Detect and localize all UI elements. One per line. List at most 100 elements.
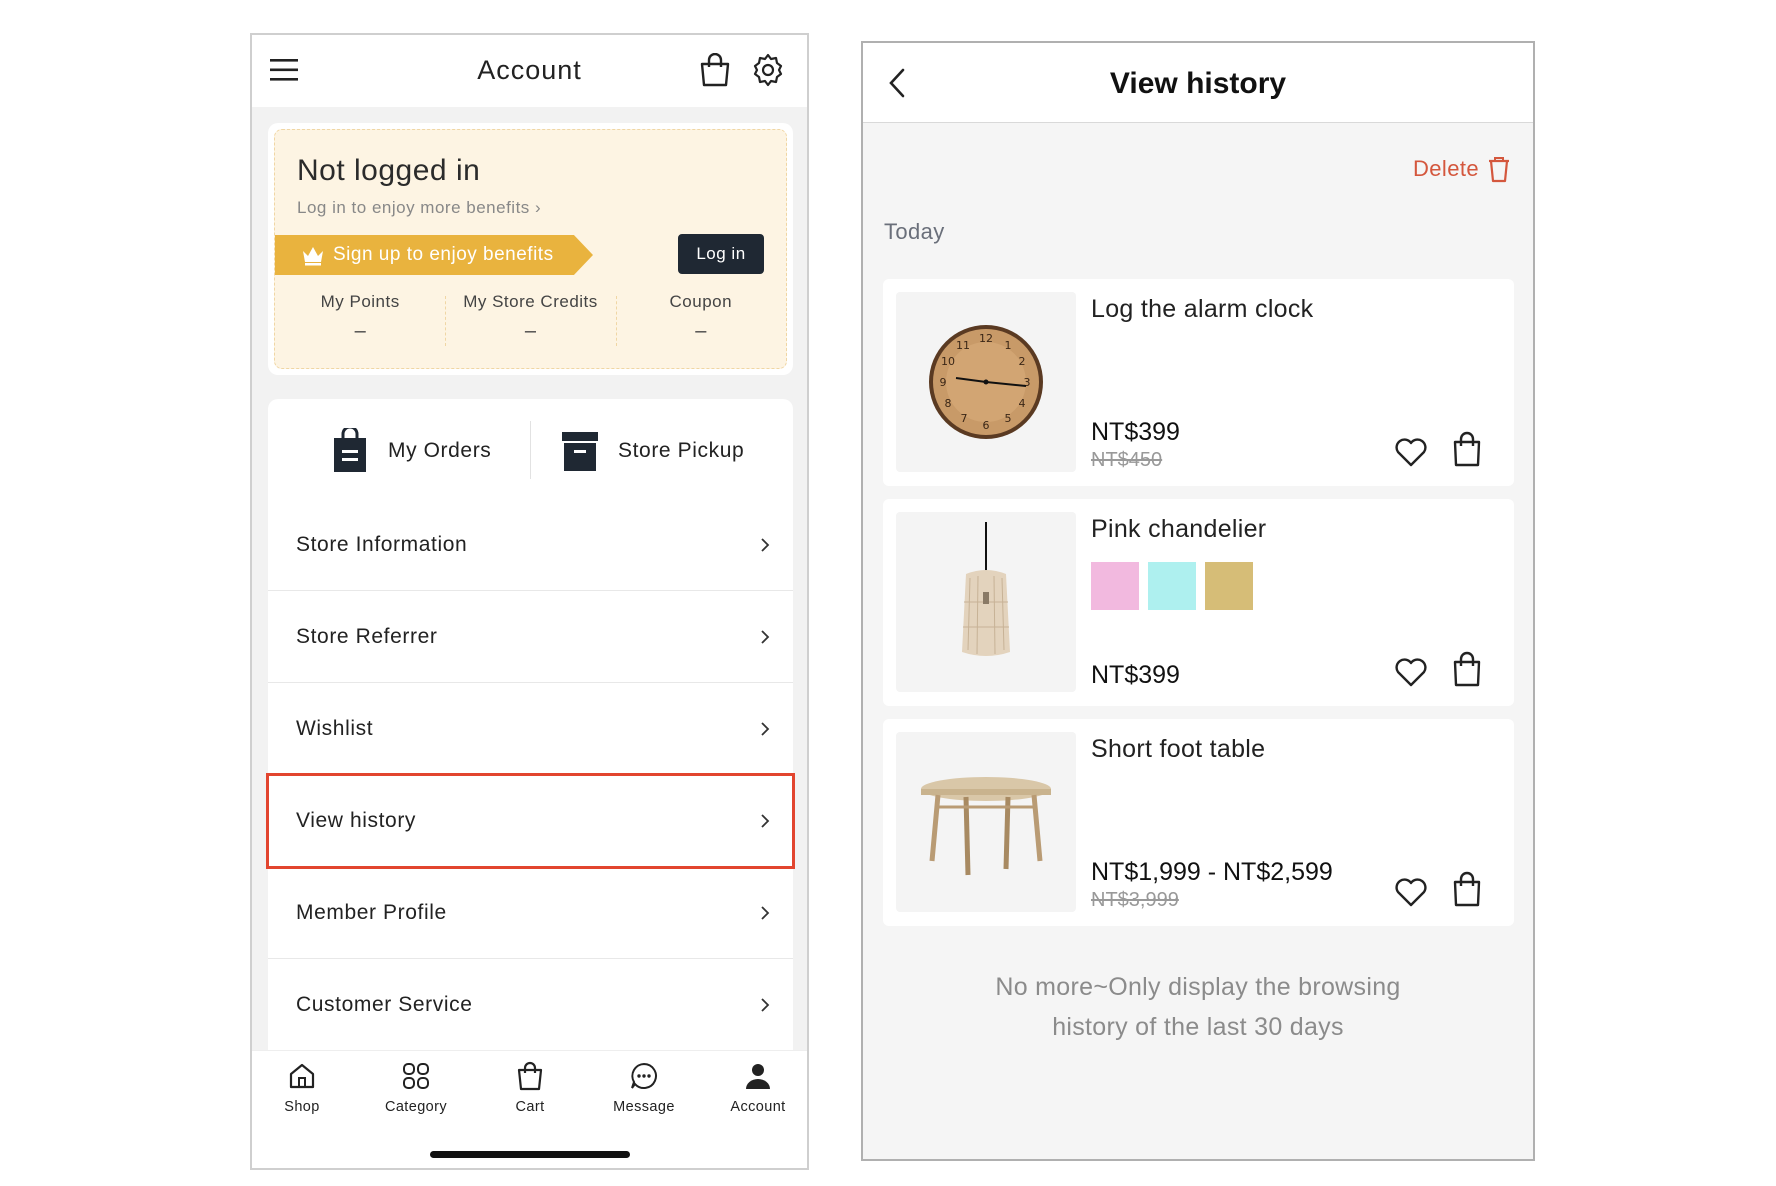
svg-text:5: 5 (1005, 412, 1012, 425)
svg-text:7: 7 (961, 412, 968, 425)
product-name[interactable]: Short foot table (1091, 735, 1265, 764)
history-item[interactable]: Short foot table NT$1,999 - NT$2,599 NT$… (883, 719, 1514, 926)
svg-text:6: 6 (983, 419, 990, 432)
settings-gear-icon[interactable] (751, 53, 785, 87)
pickup-box-icon (562, 432, 598, 471)
nav-label: Category (384, 1099, 448, 1115)
stat-my-points[interactable]: My Points – (275, 292, 445, 343)
stat-label: My Store Credits (463, 292, 598, 311)
chevron-right-icon (761, 722, 770, 736)
store-pickup-label: Store Pickup (618, 439, 745, 462)
stat-label: Coupon (669, 292, 733, 311)
orders-divider (530, 421, 531, 479)
product-image[interactable] (896, 732, 1076, 912)
login-card: Not logged in Log in to enjoy more benef… (268, 123, 793, 375)
stat-coupon[interactable]: Coupon – (615, 292, 786, 346)
nav-label: Shop (284, 1099, 320, 1115)
product-image[interactable] (896, 512, 1076, 692)
view-history-screen: View history Delete Today 12 1 2 3 45 6 78 9… (861, 41, 1535, 1161)
menu-item-view-history[interactable]: View history (266, 773, 795, 869)
cart-bag-icon (517, 1061, 543, 1091)
bottom-nav: Shop Category Cart Message Account (252, 1050, 807, 1168)
menu-item-label: Store Information (296, 533, 468, 556)
menu-item-store-referrer[interactable]: Store Referrer (268, 591, 793, 683)
history-item[interactable]: 12 1 2 3 45 6 78 9 10 11 Log the alarm clock N… (883, 279, 1514, 486)
category-grid-icon (403, 1063, 429, 1089)
color-swatch-pink[interactable] (1091, 562, 1139, 610)
svg-text:4: 4 (1019, 397, 1026, 410)
section-label-today: Today (884, 219, 945, 244)
menu-item-member-profile[interactable]: Member Profile (268, 867, 793, 959)
nav-category[interactable]: Category (366, 1061, 466, 1115)
wall-clock-image: 12 12 3 45 6 78 9 1011 (929, 325, 1043, 439)
stat-label: My Points (320, 292, 400, 311)
signup-banner-label: Sign up to enjoy benefits (333, 244, 554, 265)
home-icon (289, 1063, 315, 1089)
crown-icon (303, 247, 323, 266)
message-bubble-icon (631, 1062, 657, 1089)
nav-account[interactable]: Account (708, 1061, 807, 1115)
svg-text:11: 11 (956, 339, 970, 352)
stat-value: – (524, 320, 537, 342)
login-button[interactable]: Log in (678, 234, 764, 274)
product-price: NT$399 (1091, 661, 1180, 689)
signup-banner[interactable]: Sign up to enjoy benefits (275, 235, 593, 275)
product-name[interactable]: Log the alarm clock (1091, 295, 1313, 324)
account-menu: My Orders Store Pickup Store Information… (266, 399, 795, 1099)
menu-item-label: Customer Service (296, 993, 473, 1016)
heart-icon[interactable] (1394, 876, 1428, 908)
nav-message[interactable]: Message (594, 1061, 694, 1115)
login-benefits-text: Log in to enjoy more benefits (297, 198, 530, 217)
svg-text:12: 12 (979, 332, 993, 345)
color-swatch-gold[interactable] (1205, 562, 1253, 610)
my-orders-button[interactable]: My Orders (330, 427, 491, 475)
product-price: NT$1,999 - NT$2,599 (1091, 858, 1333, 886)
color-swatch-cyan[interactable] (1148, 562, 1196, 610)
svg-text:10: 10 (941, 355, 955, 368)
history-item[interactable]: Pink chandelier NT$399 (883, 499, 1514, 706)
add-to-cart-bag-icon[interactable] (1452, 431, 1482, 467)
product-original-price: NT$3,999 (1091, 889, 1179, 911)
nav-shop[interactable]: Shop (252, 1061, 352, 1115)
chevron-right-icon (761, 630, 770, 644)
menu-item-label: Member Profile (296, 901, 447, 924)
trash-icon (1489, 157, 1509, 183)
svg-text:1: 1 (1005, 339, 1012, 352)
add-to-cart-bag-icon[interactable] (1452, 871, 1482, 907)
menu-item-wishlist[interactable]: Wishlist (268, 683, 793, 775)
user-icon (746, 1064, 770, 1089)
stat-value: – (354, 320, 366, 342)
chevron-right-icon (761, 814, 770, 828)
store-pickup-button[interactable]: Store Pickup (560, 427, 744, 475)
login-benefits-link[interactable]: Log in to enjoy more benefits › (297, 198, 541, 218)
menu-item-label: Store Referrer (296, 625, 438, 648)
end-of-list-note: No more~Only display the browsing histor… (995, 973, 1401, 1041)
page-title: View history (1109, 67, 1287, 100)
heart-icon[interactable] (1394, 436, 1428, 468)
svg-text:3: 3 (1024, 376, 1031, 389)
svg-text:9: 9 (940, 376, 947, 389)
home-indicator (430, 1151, 630, 1158)
shopping-bag-icon[interactable] (699, 53, 731, 87)
login-card-inner: Not logged in Log in to enjoy more benef… (274, 129, 787, 369)
product-image[interactable]: 12 1 2 3 45 6 78 9 10 11 (896, 292, 1076, 472)
delete-button[interactable]: Delete (1413, 155, 1511, 183)
account-screen: Account Not logged in Log in to enjoy mo… (250, 33, 809, 1170)
menu-item-store-information[interactable]: Store Information (268, 499, 793, 591)
menu-item-customer-service[interactable]: Customer Service (268, 959, 793, 1051)
product-name[interactable]: Pink chandelier (1091, 515, 1266, 544)
add-to-cart-bag-icon[interactable] (1452, 651, 1482, 687)
stat-store-credits[interactable]: My Store Credits – (445, 292, 615, 346)
color-swatches (1091, 562, 1253, 610)
orders-row: My Orders Store Pickup (268, 399, 793, 499)
heart-icon[interactable] (1394, 656, 1428, 688)
chevron-right-icon (761, 906, 770, 920)
side-table-image (921, 777, 1051, 876)
product-price: NT$399 (1091, 418, 1180, 446)
svg-text:8: 8 (945, 397, 952, 410)
menu-item-label: Wishlist (296, 717, 374, 740)
not-logged-in-title: Not logged in (297, 154, 481, 187)
menu-item-label: View history (296, 809, 417, 832)
nav-label: Message (613, 1099, 675, 1115)
nav-cart[interactable]: Cart (480, 1061, 580, 1115)
